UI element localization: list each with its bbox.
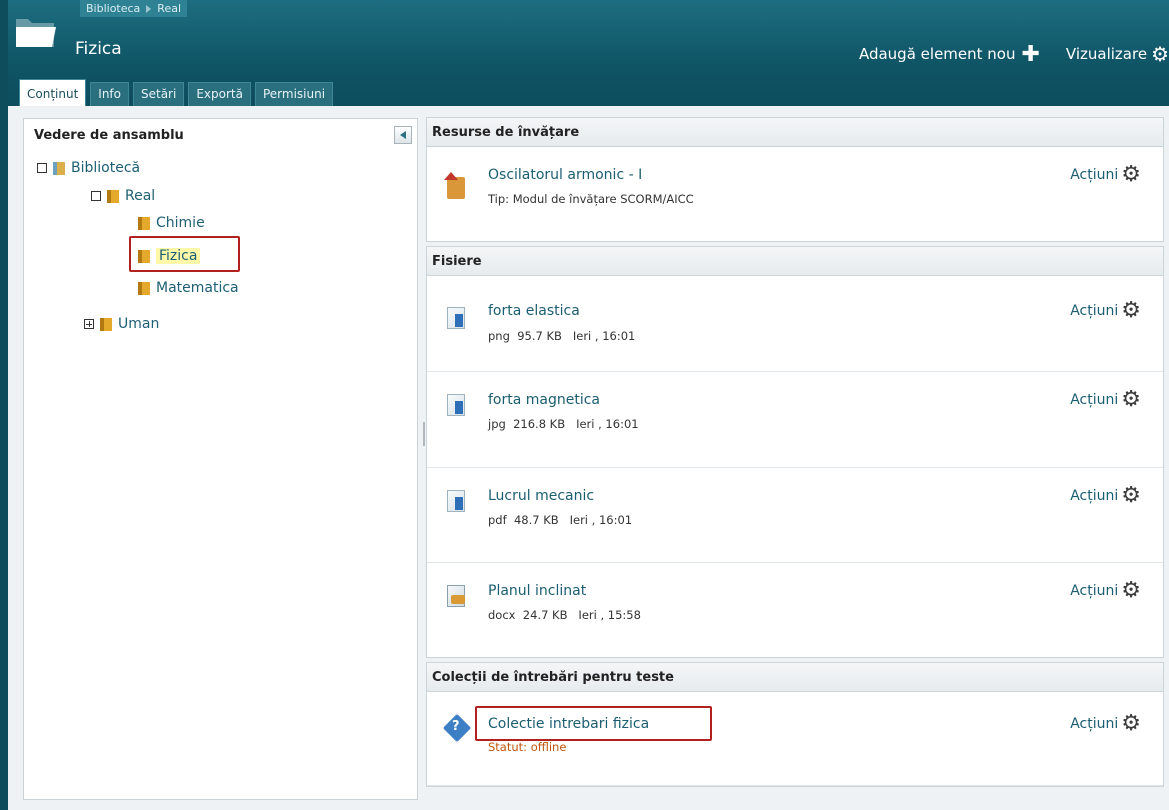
overview-title: Vedere de ansamblu bbox=[34, 128, 184, 143]
gear-icon[interactable]: ⚙ bbox=[1121, 300, 1141, 322]
gear-icon[interactable]: ⚙ bbox=[1121, 713, 1141, 735]
actions-menu-button[interactable]: Acțiuni ⚙ bbox=[1070, 389, 1141, 411]
left-edge-bar bbox=[0, 0, 8, 810]
tree-node-uman[interactable]: Uman bbox=[84, 316, 159, 332]
breadcrumb: Biblioteca Real bbox=[80, 0, 188, 17]
folder-icon bbox=[107, 189, 119, 203]
gear-icon[interactable]: ⚙ bbox=[1151, 44, 1169, 64]
tree-label-matematica[interactable]: Matematica bbox=[156, 280, 239, 296]
learning-resources-section: Resurse de învățare Oscilatorul armonic … bbox=[426, 117, 1164, 242]
file-icon bbox=[447, 490, 465, 512]
tab-permisiuni[interactable]: Permisiuni bbox=[254, 82, 334, 106]
highlight-frame bbox=[129, 236, 240, 272]
actions-label[interactable]: Acțiuni bbox=[1070, 167, 1118, 183]
actions-label[interactable]: Acțiuni bbox=[1070, 583, 1118, 599]
item-title-link[interactable]: forta elastica bbox=[488, 303, 580, 319]
tab-info[interactable]: Info bbox=[90, 82, 129, 106]
expand-toggle-icon[interactable] bbox=[84, 319, 94, 329]
item-title-link[interactable]: Oscilatorul armonic - I bbox=[488, 167, 642, 183]
actions-menu-button[interactable]: Acțiuni ⚙ bbox=[1070, 580, 1141, 602]
item-meta: pdf 48.7 KB Ieri , 16:01 bbox=[488, 513, 633, 527]
folder-icon bbox=[16, 19, 56, 47]
tab-setari[interactable]: Setări bbox=[133, 82, 185, 106]
tab-continut[interactable]: Conținut bbox=[19, 79, 87, 106]
section-title: Fisiere bbox=[427, 247, 1163, 276]
section-title: Resurse de învățare bbox=[427, 118, 1163, 147]
actions-menu-button[interactable]: Acțiuni ⚙ bbox=[1070, 300, 1141, 322]
folder-icon bbox=[138, 216, 150, 230]
collapse-panel-button[interactable] bbox=[394, 126, 412, 144]
gear-icon[interactable]: ⚙ bbox=[1121, 580, 1141, 602]
item-meta: png 95.7 KB Ieri , 16:01 bbox=[488, 329, 636, 343]
docx-file-icon bbox=[447, 585, 465, 607]
folder-icon bbox=[100, 317, 112, 331]
item-title-link[interactable]: forta magnetica bbox=[488, 392, 600, 408]
actions-menu-button[interactable]: Acțiuni ⚙ bbox=[1070, 485, 1141, 507]
overview-header: Vedere de ansamblu bbox=[24, 119, 417, 152]
breadcrumb-separator-icon bbox=[146, 4, 152, 13]
collapse-toggle-icon[interactable] bbox=[91, 191, 101, 201]
list-item: forta elastica png 95.7 KB Ieri , 16:01 … bbox=[427, 276, 1163, 372]
gear-icon[interactable]: ⚙ bbox=[1121, 389, 1141, 411]
breadcrumb-item-real[interactable]: Real bbox=[157, 2, 181, 15]
actions-label[interactable]: Acțiuni bbox=[1070, 716, 1118, 732]
actions-menu-button[interactable]: Acțiuni ⚙ bbox=[1070, 164, 1141, 186]
files-section: Fisiere forta elastica png 95.7 KB Ieri … bbox=[426, 246, 1164, 658]
folder-icon bbox=[138, 281, 150, 295]
gear-icon[interactable]: ⚙ bbox=[1121, 164, 1141, 186]
header: Biblioteca Real Fizica Adaugă element no… bbox=[8, 0, 1169, 106]
plus-icon[interactable]: ✚ bbox=[1021, 43, 1039, 65]
library-icon bbox=[53, 161, 65, 175]
file-icon bbox=[447, 394, 465, 416]
actions-menu-button[interactable]: Acțiuni ⚙ bbox=[1070, 713, 1141, 735]
page-title: Fizica bbox=[75, 39, 122, 59]
list-item: Oscilatorul armonic - I Tip: Modul de în… bbox=[427, 147, 1163, 241]
add-new-element-button[interactable]: Adaugă element nou bbox=[859, 45, 1016, 63]
tab-exporta[interactable]: Exportă bbox=[188, 82, 251, 106]
question-mark-icon: ? bbox=[452, 719, 460, 734]
tree-node-chimie[interactable]: Chimie bbox=[138, 215, 205, 231]
tree-label-biblioteca[interactable]: Bibliotecă bbox=[71, 160, 140, 176]
item-meta: Tip: Modul de învățare SCORM/AICC bbox=[488, 192, 694, 206]
overview-panel: Vedere de ansamblu Bibliotecă Real Chimi… bbox=[23, 118, 418, 800]
list-item: forta magnetica jpg 216.8 KB Ieri , 16:0… bbox=[427, 372, 1163, 468]
collapse-toggle-icon[interactable] bbox=[37, 163, 47, 173]
tree-node-real[interactable]: Real bbox=[91, 188, 155, 204]
highlight-frame bbox=[475, 706, 712, 741]
section-title: Colecții de întrebări pentru teste bbox=[427, 663, 1163, 692]
tree-label-real[interactable]: Real bbox=[125, 188, 155, 204]
actions-label[interactable]: Acțiuni bbox=[1070, 303, 1118, 319]
item-meta: jpg 216.8 KB Ieri , 16:01 bbox=[488, 417, 639, 431]
question-collections-section: Colecții de întrebări pentru teste ? Col… bbox=[426, 662, 1164, 787]
tree-label-chimie[interactable]: Chimie bbox=[156, 215, 205, 231]
breadcrumb-item-biblioteca[interactable]: Biblioteca bbox=[86, 2, 140, 15]
scorm-package-icon bbox=[444, 172, 465, 199]
status-offline: Statut: offline bbox=[488, 740, 567, 754]
tree-node-matematica[interactable]: Matematica bbox=[138, 280, 239, 296]
list-item: Planul inclinat docx 24.7 KB Ieri , 15:5… bbox=[427, 563, 1163, 657]
header-actions: Adaugă element nou ✚ Vizualizare ⚙ bbox=[859, 43, 1169, 65]
list-item: Lucrul mecanic pdf 48.7 KB Ieri , 16:01 … bbox=[427, 468, 1163, 563]
item-meta: docx 24.7 KB Ieri , 15:58 bbox=[488, 608, 641, 622]
item-title-link[interactable]: Lucrul mecanic bbox=[488, 488, 594, 504]
tree-label-uman[interactable]: Uman bbox=[118, 316, 159, 332]
gear-icon[interactable]: ⚙ bbox=[1121, 485, 1141, 507]
item-title-link[interactable]: Planul inclinat bbox=[488, 583, 586, 599]
actions-label[interactable]: Acțiuni bbox=[1070, 392, 1118, 408]
view-button[interactable]: Vizualizare bbox=[1066, 45, 1147, 63]
actions-label[interactable]: Acțiuni bbox=[1070, 488, 1118, 504]
file-icon bbox=[447, 307, 465, 329]
tab-bar: Conținut Info Setări Exportă Permisiuni bbox=[19, 79, 337, 106]
panel-splitter-handle[interactable] bbox=[423, 422, 425, 446]
tree-node-biblioteca[interactable]: Bibliotecă bbox=[37, 160, 140, 176]
